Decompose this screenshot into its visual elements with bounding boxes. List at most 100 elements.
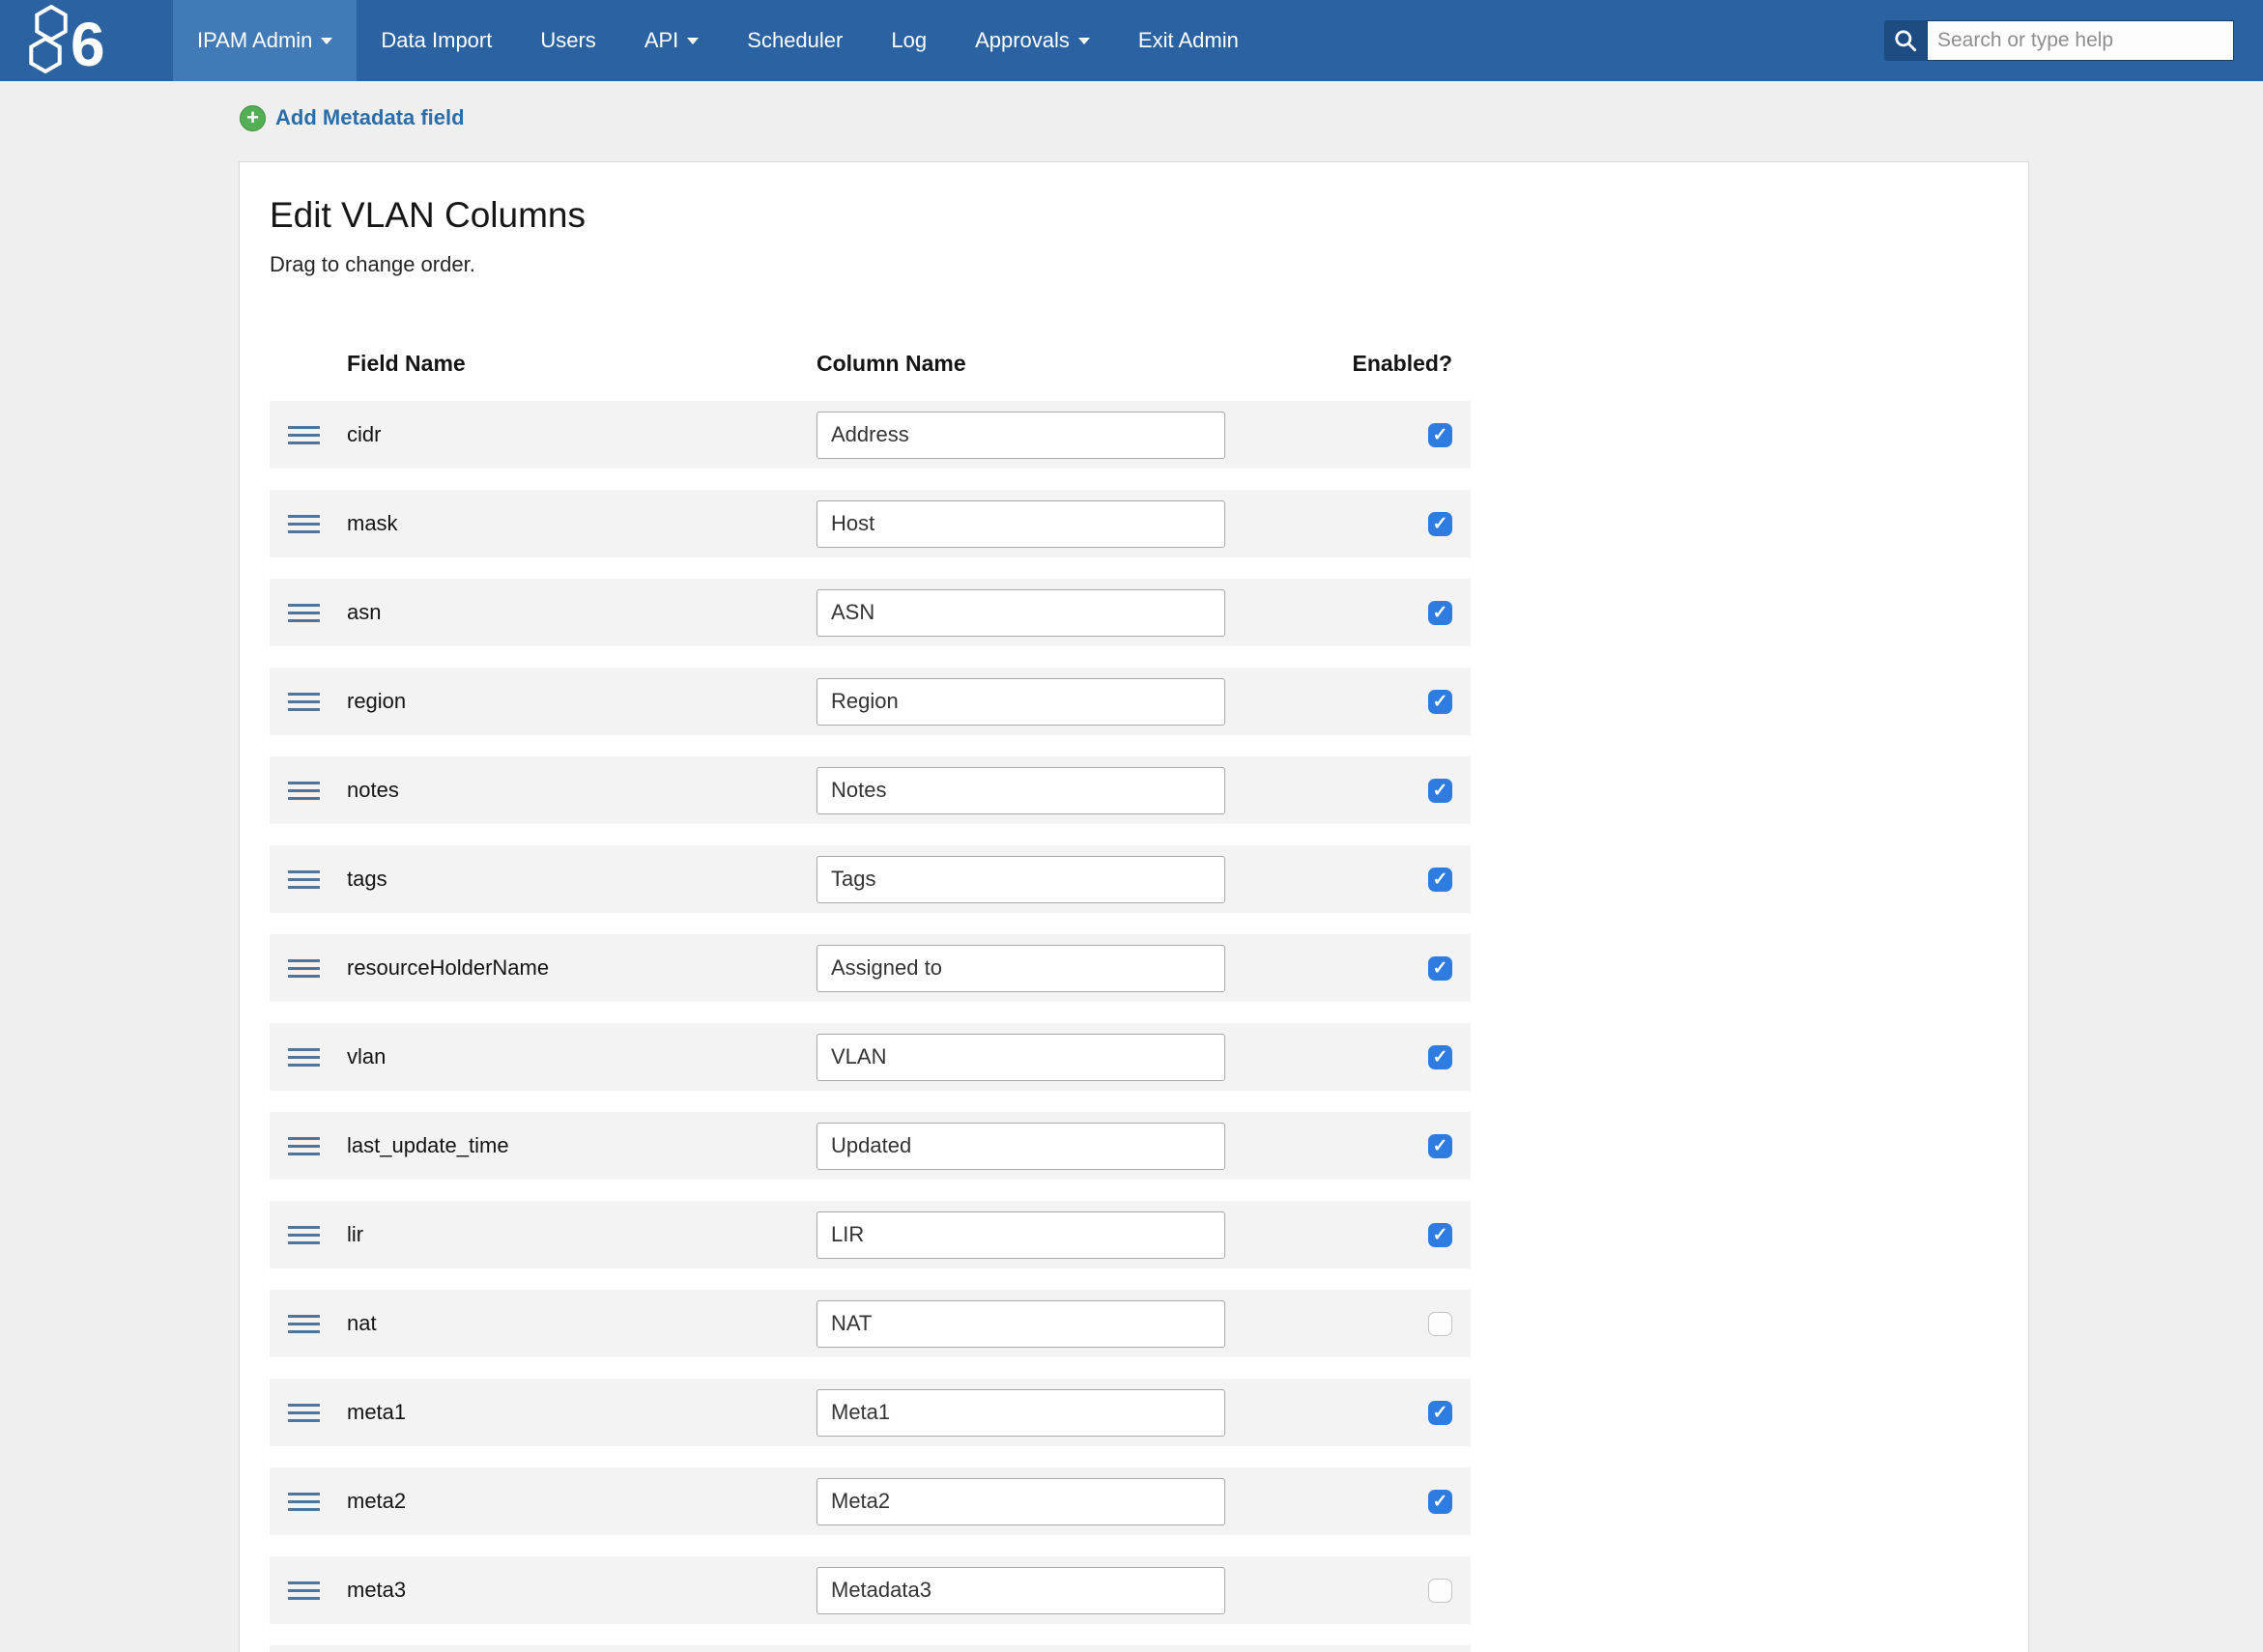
table-row: meta1 ✓ — [270, 1379, 1471, 1446]
add-metadata-link[interactable]: + Add Metadata field — [240, 104, 465, 131]
enabled-checkbox[interactable]: ✓ — [1428, 779, 1452, 803]
enabled-checkbox[interactable]: ✓ — [1428, 1490, 1452, 1514]
field-name-label: vlan — [347, 1044, 386, 1068]
nav-item-label: Log — [891, 28, 927, 53]
enabled-checkbox[interactable]: ✓ — [1428, 868, 1452, 892]
enabled-checkbox[interactable]: ✓ — [1428, 690, 1452, 714]
field-name-cell: nat — [347, 1311, 816, 1336]
search-button[interactable] — [1884, 20, 1927, 61]
enabled-cell — [1225, 1312, 1471, 1336]
field-name-cell: meta1 — [347, 1400, 816, 1425]
table-row: mask ✓ — [270, 490, 1471, 557]
check-icon: ✓ — [1433, 959, 1448, 978]
nav-item-users[interactable]: Users — [516, 0, 619, 81]
drag-handle-cell — [270, 515, 347, 533]
enabled-cell: ✓ — [1225, 1223, 1471, 1247]
check-icon: ✓ — [1433, 693, 1448, 711]
search-input[interactable] — [1927, 20, 2234, 61]
drag-handle-icon[interactable] — [288, 693, 320, 711]
column-name-input[interactable] — [816, 500, 1225, 548]
column-name-input[interactable] — [816, 1123, 1225, 1170]
nav-item-log[interactable]: Log — [867, 0, 951, 81]
drag-handle-cell — [270, 1581, 347, 1600]
drag-handle-icon[interactable] — [288, 515, 320, 533]
drag-handle-cell — [270, 1493, 347, 1511]
check-icon: ✓ — [1433, 782, 1448, 800]
check-icon: ✓ — [1433, 1404, 1448, 1422]
enabled-checkbox[interactable] — [1428, 1579, 1452, 1603]
header-enabled: Enabled? — [1225, 351, 1471, 377]
drag-handle-icon[interactable] — [288, 604, 320, 622]
enabled-checkbox[interactable]: ✓ — [1428, 1045, 1452, 1069]
check-icon: ✓ — [1433, 604, 1448, 622]
drag-handle-icon[interactable] — [288, 1315, 320, 1333]
add-plus-icon: + — [240, 105, 266, 131]
field-name-cell: resourceHolderName — [347, 955, 816, 981]
field-name-cell: last_update_time — [347, 1133, 816, 1158]
nav-item-data-import[interactable]: Data Import — [357, 0, 516, 81]
enabled-checkbox[interactable]: ✓ — [1428, 1401, 1452, 1425]
table-row: notes ✓ — [270, 756, 1471, 824]
column-name-input[interactable] — [816, 1300, 1225, 1348]
nav-item-ipam-admin[interactable]: IPAM Admin — [173, 0, 357, 81]
enabled-checkbox[interactable]: ✓ — [1428, 601, 1452, 625]
drag-handle-icon[interactable] — [288, 1226, 320, 1244]
column-name-input[interactable] — [816, 412, 1225, 459]
nav-search — [1884, 0, 2263, 81]
column-name-input[interactable] — [816, 1211, 1225, 1259]
enabled-cell: ✓ — [1225, 1134, 1471, 1158]
column-name-input[interactable] — [816, 767, 1225, 814]
enabled-checkbox[interactable]: ✓ — [1428, 1134, 1452, 1158]
enabled-cell: ✓ — [1225, 1401, 1471, 1425]
field-name-label: meta1 — [347, 1400, 406, 1424]
enabled-checkbox[interactable] — [1428, 1312, 1452, 1336]
column-name-input[interactable] — [816, 1478, 1225, 1525]
drag-handle-icon[interactable] — [288, 1404, 320, 1422]
drag-handle-cell — [270, 1137, 347, 1155]
drag-handle-icon[interactable] — [288, 1581, 320, 1600]
table-row: last_update_time ✓ — [270, 1112, 1471, 1180]
header-column-name: Column Name — [816, 351, 1225, 377]
table-row: meta2 ✓ — [270, 1467, 1471, 1535]
drag-handle-icon[interactable] — [288, 1493, 320, 1511]
header-field-name: Field Name — [347, 351, 816, 377]
drag-handle-icon[interactable] — [288, 1137, 320, 1155]
column-name-input[interactable] — [816, 1567, 1225, 1614]
table-row: asn ✓ — [270, 579, 1471, 646]
drag-handle-cell — [270, 782, 347, 800]
column-name-input[interactable] — [816, 856, 1225, 903]
enabled-checkbox[interactable]: ✓ — [1428, 512, 1452, 536]
enabled-checkbox[interactable]: ✓ — [1428, 1223, 1452, 1247]
column-name-cell — [816, 1389, 1225, 1437]
edit-vlan-columns-panel: Edit VLAN Columns Drag to change order. … — [239, 161, 2029, 1652]
nav-items: IPAM Admin Data Import Users API Schedul… — [173, 0, 1263, 81]
column-name-cell — [816, 1123, 1225, 1170]
column-name-input[interactable] — [816, 945, 1225, 992]
column-name-input[interactable] — [816, 678, 1225, 726]
enabled-cell: ✓ — [1225, 1045, 1471, 1069]
column-name-input[interactable] — [816, 589, 1225, 637]
table-row: cidr ✓ — [270, 401, 1471, 469]
drag-handle-icon[interactable] — [288, 782, 320, 800]
nav-item-api[interactable]: API — [620, 0, 723, 81]
nav-item-label: Approvals — [975, 28, 1070, 53]
drag-handle-icon[interactable] — [288, 959, 320, 978]
column-name-input[interactable] — [816, 1389, 1225, 1437]
table-row: resourceHolderName ✓ — [270, 934, 1471, 1002]
nav-item-scheduler[interactable]: Scheduler — [723, 0, 867, 81]
drag-handle-cell — [270, 1226, 347, 1244]
drag-handle-icon[interactable] — [288, 870, 320, 889]
column-name-cell — [816, 856, 1225, 903]
enabled-checkbox[interactable]: ✓ — [1428, 956, 1452, 981]
column-name-input[interactable] — [816, 1034, 1225, 1081]
column-name-cell — [816, 1567, 1225, 1614]
drag-handle-icon[interactable] — [288, 1048, 320, 1067]
brand-logo[interactable]: 6 — [0, 0, 173, 81]
nav-item-approvals[interactable]: Approvals — [951, 0, 1114, 81]
enabled-checkbox[interactable]: ✓ — [1428, 423, 1452, 447]
nav-item-exit-admin[interactable]: Exit Admin — [1114, 0, 1263, 81]
table-row: tags ✓ — [270, 845, 1471, 913]
drag-handle-icon[interactable] — [288, 426, 320, 444]
field-name-label: asn — [347, 600, 381, 624]
column-name-cell — [816, 945, 1225, 992]
